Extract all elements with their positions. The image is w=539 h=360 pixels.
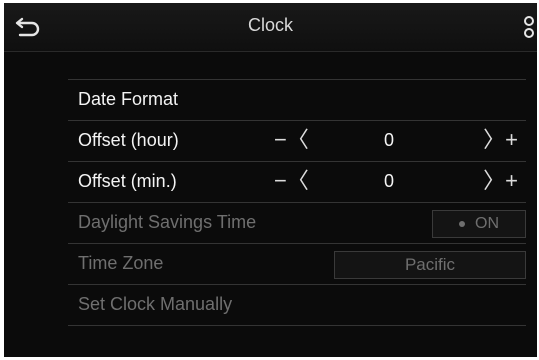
header-bar: Clock (4, 3, 537, 52)
offset-hour-value: 0 (384, 130, 395, 150)
offset-min-value: 0 (384, 171, 395, 191)
page-title: Clock (247, 15, 293, 35)
offset-min-increase-button[interactable]: 〉+ (472, 167, 518, 195)
offset-hour-label: Offset (hour) (78, 130, 179, 150)
time-zone-label: Time Zone (78, 253, 164, 273)
offset-hour-row: Offset (hour) −〈 0 〉+ (68, 120, 526, 161)
offset-hour-decrease-button[interactable]: −〈 (274, 126, 320, 154)
offset-min-label: Offset (min.) (78, 171, 177, 191)
date-format-label: Date Format (78, 89, 179, 109)
time-zone-row: Time Zone Pacific (68, 243, 526, 284)
offset-min-decrease-button[interactable]: −〈 (274, 167, 320, 195)
daylight-savings-toggle-label: ON (475, 215, 499, 232)
menu-icon[interactable] (523, 13, 537, 41)
set-clock-manually-label: Set Clock Manually (78, 294, 233, 314)
offset-hour-increase-button[interactable]: 〉+ (472, 126, 518, 154)
set-clock-manually-row[interactable]: Set Clock Manually (68, 284, 526, 326)
daylight-savings-row: Daylight Savings Time ON (68, 202, 526, 243)
daylight-savings-label: Daylight Savings Time (78, 212, 257, 232)
time-zone-selector[interactable]: Pacific (334, 251, 526, 279)
offset-min-row: Offset (min.) −〈 0 〉+ (68, 161, 526, 202)
date-format-row[interactable]: Date Format (68, 79, 526, 120)
clock-settings-screen: Clock Date Format Offset (hour) −〈 0 〉+ … (4, 3, 537, 357)
settings-list: Date Format Offset (hour) −〈 0 〉+ Offset… (68, 79, 526, 326)
indicator-dot-icon (459, 220, 465, 227)
daylight-savings-toggle[interactable]: ON (432, 210, 526, 238)
